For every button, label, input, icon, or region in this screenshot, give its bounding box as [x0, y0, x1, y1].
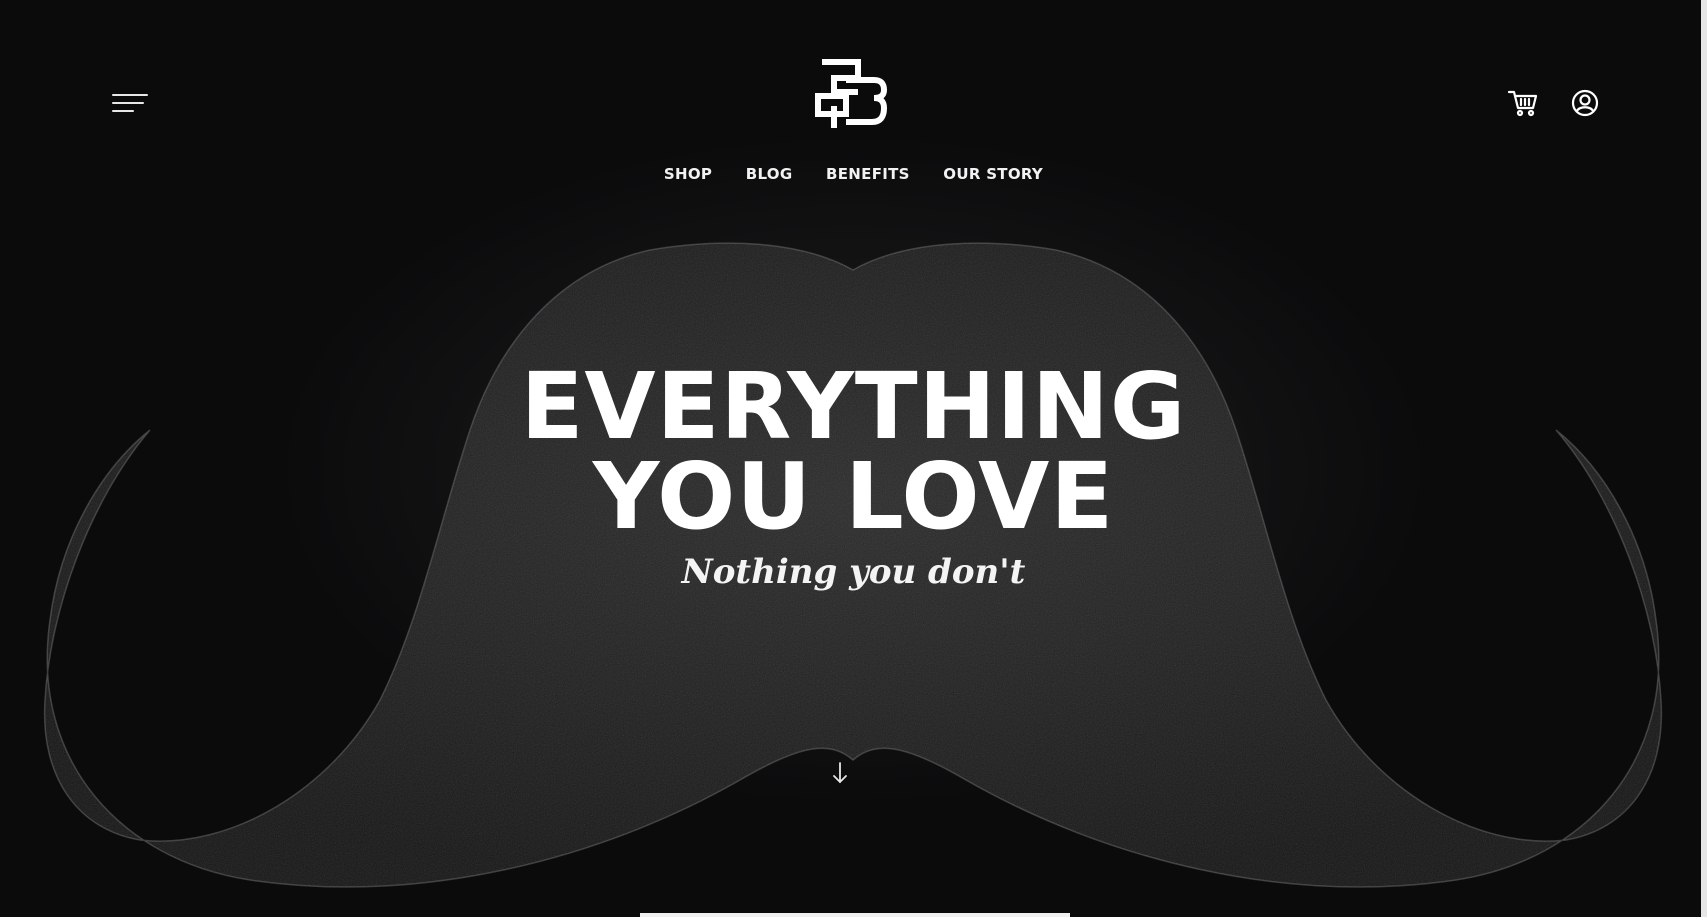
main-nav: SHOP BLOG BENEFITS OUR STORY [0, 165, 1707, 183]
hero-title: EVERYTHING YOU LOVE [0, 353, 1707, 550]
monogram-logo-icon[interactable] [812, 56, 890, 134]
bottom-indicator [640, 913, 1070, 917]
hero-section: SHOP BLOG BENEFITS OUR STORY EVERYTHING … [0, 0, 1707, 917]
window-edge [1701, 0, 1707, 917]
hamburger-line [112, 110, 134, 112]
hero-subtitle: Nothing you don't [681, 552, 1026, 592]
hero-title-line-1: EVERYTHING [520, 353, 1187, 460]
shopping-cart-icon[interactable] [1506, 86, 1540, 120]
menu-button[interactable] [112, 92, 152, 118]
hero-title-line-2: YOU LOVE [592, 443, 1115, 550]
nav-item-benefits[interactable]: BENEFITS [826, 165, 910, 183]
arrow-down-icon[interactable] [830, 760, 850, 786]
nav-item-shop[interactable]: SHOP [664, 165, 712, 183]
nav-item-our-story[interactable]: OUR STORY [943, 165, 1043, 183]
nav-item-blog[interactable]: BLOG [746, 165, 793, 183]
hamburger-line [112, 94, 148, 96]
hamburger-line [112, 102, 144, 104]
user-account-icon[interactable] [1568, 86, 1602, 120]
